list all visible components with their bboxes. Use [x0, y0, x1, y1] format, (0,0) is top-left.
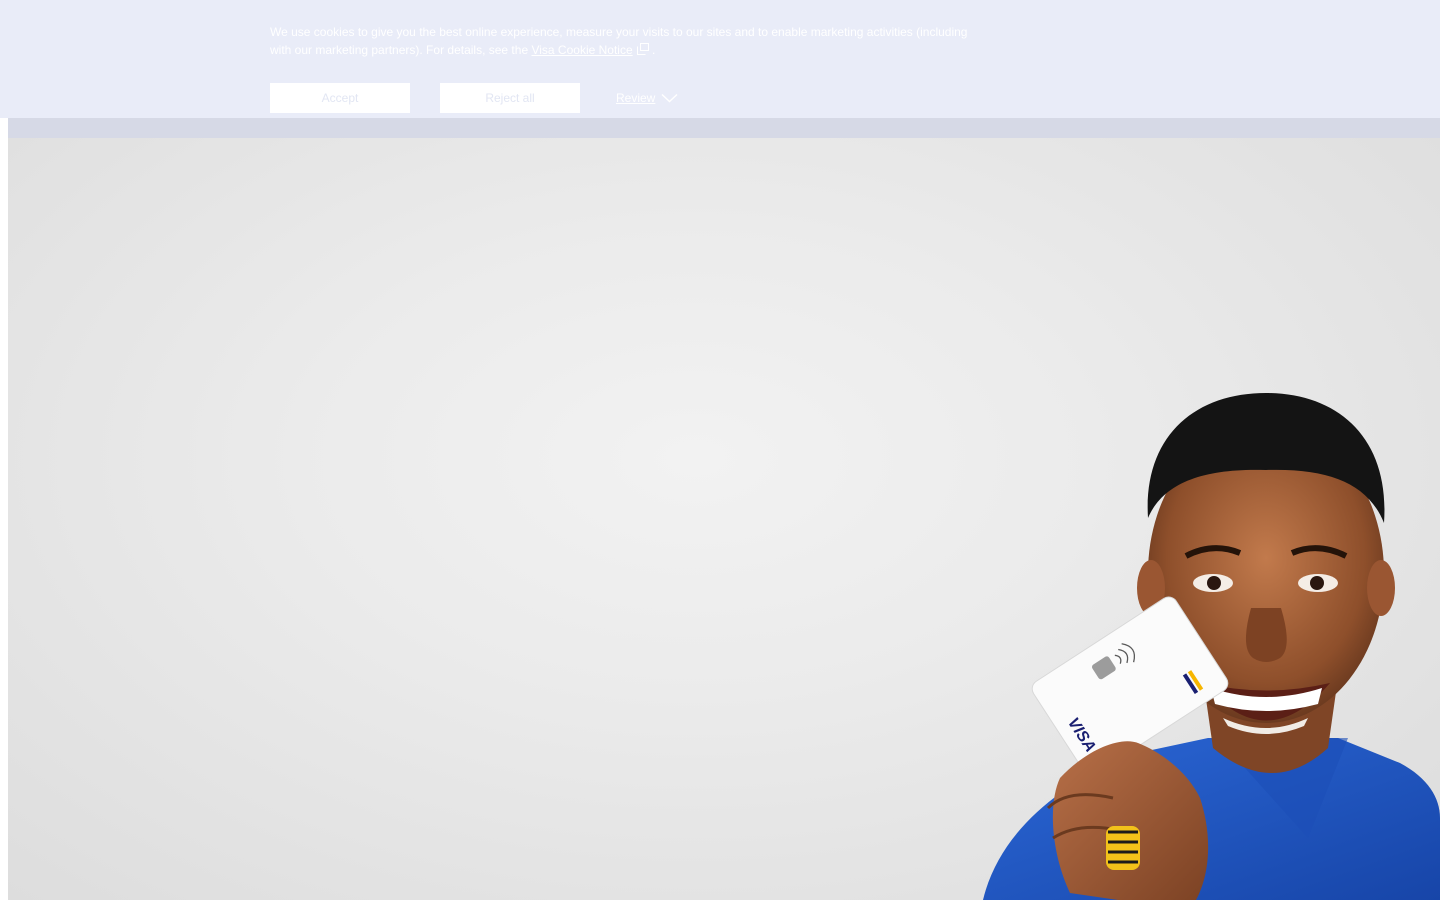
cookie-message: We use cookies to give you the best onli…	[270, 23, 980, 59]
cookie-banner: We use cookies to give you the best onli…	[0, 0, 1440, 118]
accept-button[interactable]: Accept	[270, 83, 410, 113]
page-edge	[0, 118, 8, 900]
reject-all-button[interactable]: Reject all	[440, 83, 580, 113]
cookie-notice-link[interactable]: Visa Cookie Notice	[531, 43, 632, 57]
external-link-icon	[636, 43, 649, 55]
chevron-down-icon	[661, 93, 678, 103]
hero-banner: VISA	[8, 138, 1440, 900]
header-strip	[8, 118, 1440, 138]
hero-person-holding-visa-card: VISA	[983, 393, 1440, 900]
review-label: Review	[616, 91, 656, 105]
review-toggle[interactable]: Review	[616, 89, 678, 107]
cookie-message-end: .	[651, 43, 656, 57]
